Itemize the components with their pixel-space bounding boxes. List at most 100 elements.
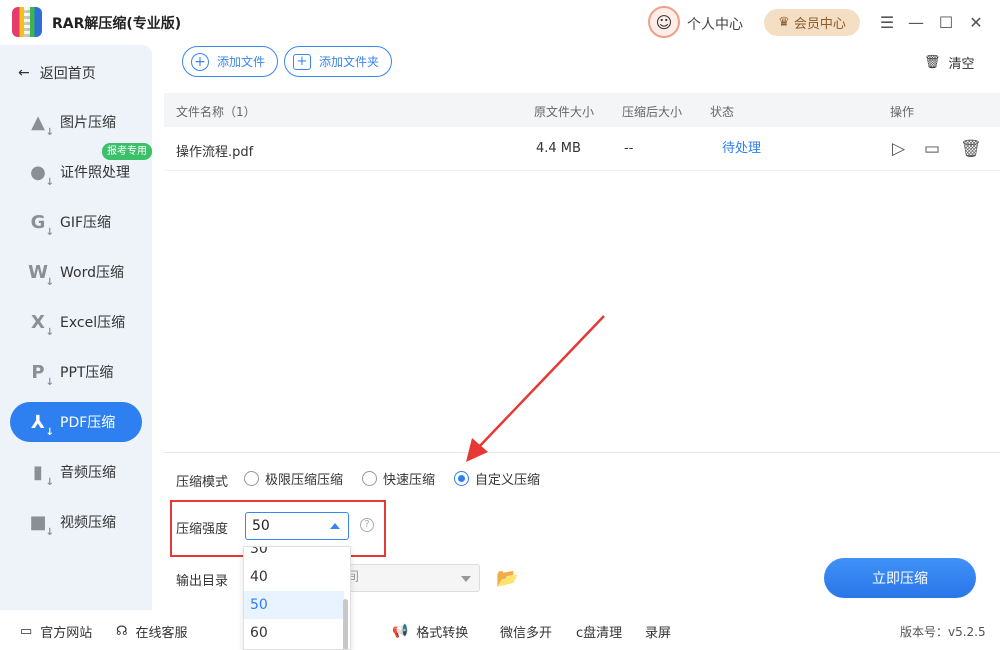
arrow-left-icon: ←	[18, 65, 30, 81]
output-label: 输出目录	[176, 574, 229, 589]
sidebar-item-word[interactable]: W Word压缩	[10, 252, 142, 292]
add-folder-button[interactable]: + 添加文件夹	[284, 46, 393, 77]
divider	[164, 452, 1000, 453]
gif-icon: G	[26, 210, 54, 239]
radio-dot	[244, 471, 259, 486]
monitor-icon: ▭	[20, 624, 33, 639]
output-dir-select[interactable]: 间	[340, 564, 480, 592]
menu-icon[interactable]: ☰	[877, 12, 897, 32]
minimize-icon[interactable]: —	[906, 12, 926, 32]
back-home-label: 返回首页	[39, 66, 96, 82]
c-drive-clean-link[interactable]: c盘清理	[576, 622, 622, 641]
strength-option-50[interactable]: 50	[244, 591, 344, 619]
radio-custom[interactable]: 自定义压缩	[454, 469, 540, 488]
sidebar-item-label: Excel压缩	[60, 315, 126, 331]
radio-dot	[362, 471, 377, 486]
video-icon: ■	[26, 510, 54, 539]
strength-option-30[interactable]: 30	[244, 547, 344, 563]
maximize-icon[interactable]: ☐	[936, 12, 956, 32]
strength-label: 压缩强度	[176, 522, 229, 537]
sidebar-item-image[interactable]: ▲ 图片压缩	[10, 102, 142, 142]
official-website-link[interactable]: ▭ 官方网站	[20, 622, 92, 641]
file-table-header: 文件名称（1） 原文件大小 压缩后大小 状态 操作	[164, 93, 1000, 127]
version-label: 版本号：v5.2.5	[900, 625, 986, 639]
online-support-link[interactable]: ☊ 在线客服	[116, 622, 188, 641]
sidebar-item-pdf[interactable]: ⅄ PDF压缩	[10, 402, 142, 442]
caret-down-icon	[461, 576, 471, 582]
play-icon[interactable]: ▷	[892, 139, 905, 159]
strength-select[interactable]: 50	[245, 512, 349, 540]
sidebar-item-audio[interactable]: ▮ 音频压缩	[10, 452, 142, 492]
radio-extreme[interactable]: 极限压缩压缩	[244, 469, 343, 488]
sidebar: ← 返回首页 ▲ 图片压缩 ● 证件照处理 G GIF压缩 W Word压缩 X Excel压缩 P…	[0, 45, 152, 610]
trash-icon: 🗑	[924, 55, 941, 70]
col-name: 文件名称（1）	[176, 105, 256, 119]
sidebar-item-gif[interactable]: G GIF压缩	[10, 202, 142, 242]
wechat-multi-link[interactable]: 微信多开	[500, 622, 552, 641]
col-orig-size: 原文件大小	[534, 105, 595, 119]
sidebar-item-label: 图片压缩	[60, 115, 116, 131]
file-comp-size: --	[624, 141, 634, 156]
file-status: 待处理	[722, 141, 762, 156]
plus-circle-icon: +	[191, 52, 209, 71]
col-status: 状态	[710, 105, 735, 119]
headset-icon: ☊	[116, 624, 128, 639]
sidebar-item-label: 音频压缩	[60, 465, 116, 481]
id-photo-icon: ●	[26, 160, 54, 189]
pdf-icon: ⅄	[26, 410, 54, 439]
sidebar-item-label: GIF压缩	[60, 215, 112, 231]
sidebar-item-excel[interactable]: X Excel压缩	[10, 302, 142, 342]
official-website-label: 官方网站	[40, 626, 93, 641]
radio-fast[interactable]: 快速压缩	[362, 469, 435, 488]
col-comp-size: 压缩后大小	[622, 105, 683, 119]
radio-extreme-label: 极限压缩压缩	[265, 473, 344, 488]
screen-record-link[interactable]: 录屏	[645, 622, 671, 641]
add-file-button[interactable]: + 添加文件	[182, 46, 279, 77]
back-home-button[interactable]: ← 返回首页	[18, 63, 96, 83]
sidebar-item-label: 视频压缩	[60, 515, 116, 531]
radio-custom-label: 自定义压缩	[475, 473, 541, 488]
strength-value: 50	[252, 518, 270, 534]
ppt-icon: P	[26, 360, 54, 389]
vip-center-label: 会员中心	[793, 17, 846, 32]
file-orig-size: 4.4 MB	[536, 141, 581, 156]
strength-option-60[interactable]: 60	[244, 619, 344, 647]
sidebar-item-label: PDF压缩	[60, 415, 116, 431]
vip-center-button[interactable]: ♛ 会员中心	[764, 9, 860, 36]
help-icon[interactable]: ?	[360, 518, 374, 532]
app-logo-icon	[12, 7, 42, 37]
dropdown-scrollbar[interactable]	[343, 599, 348, 649]
close-icon[interactable]: ✕	[966, 12, 986, 32]
mode-label: 压缩模式	[176, 475, 229, 490]
folder-plus-icon: +	[293, 53, 311, 70]
app-title: RAR解压缩(专业版)	[52, 16, 182, 32]
format-convert-label: 格式转换	[416, 626, 469, 641]
crown-icon: ♛	[778, 15, 790, 30]
sidebar-item-ppt[interactable]: P PPT压缩	[10, 352, 142, 392]
compress-now-button[interactable]: 立即压缩	[824, 558, 976, 598]
excel-icon: X	[26, 310, 54, 339]
table-row: 操作流程.pdf 4.4 MB -- 待处理 ▷ ▭ 🗑	[164, 127, 1000, 171]
radio-fast-label: 快速压缩	[383, 473, 436, 488]
personal-center-link[interactable]: 个人中心	[687, 14, 743, 34]
col-ops: 操作	[890, 105, 915, 119]
browse-folder-icon[interactable]: 📂	[496, 568, 518, 589]
exam-badge: 报考专用	[102, 143, 152, 160]
sidebar-item-video[interactable]: ■ 视频压缩	[10, 502, 142, 542]
clear-button[interactable]: 🗑 清空	[924, 53, 975, 72]
image-icon: ▲	[26, 110, 54, 139]
audio-icon: ▮	[26, 460, 54, 489]
sidebar-item-label: 证件照处理	[60, 165, 130, 181]
radio-dot-selected	[454, 471, 469, 486]
word-icon: W	[26, 260, 54, 289]
strength-option-40[interactable]: 40	[244, 563, 344, 591]
sidebar-item-label: PPT压缩	[60, 365, 114, 381]
megaphone-icon: 📢	[392, 624, 409, 639]
avatar[interactable]: ☺	[648, 6, 680, 38]
title-bar: RAR解压缩(专业版) ☺ 个人中心 ♛ 会员中心 ☰ — ☐ ✕	[0, 0, 1000, 45]
format-convert-link[interactable]: 📢 格式转换	[392, 622, 468, 641]
delete-icon[interactable]: 🗑	[960, 139, 982, 159]
caret-up-icon	[330, 523, 340, 529]
open-folder-icon[interactable]: ▭	[924, 139, 940, 159]
file-name: 操作流程.pdf	[176, 145, 254, 160]
